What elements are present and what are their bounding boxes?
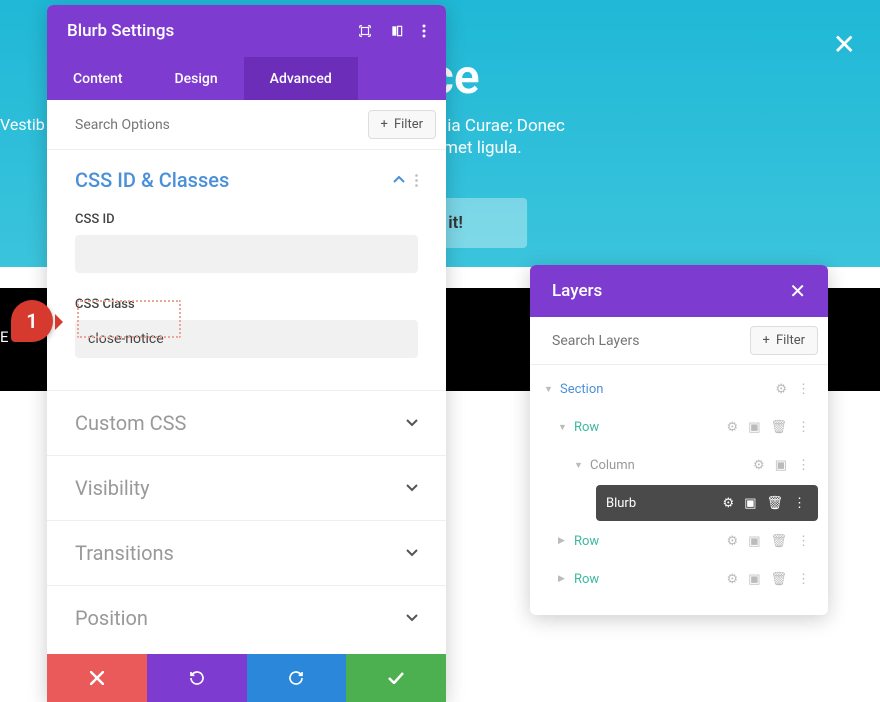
- cancel-button[interactable]: [47, 654, 147, 702]
- callout-badge-1: 1: [11, 300, 53, 342]
- layers-panel: Layers ✕ +Filter ▼ Section ⚙⋮ ▼ Row ⚙▣🗑⋮…: [530, 265, 828, 615]
- blurb-settings-panel: Blurb Settings Content Design Advanced +…: [47, 5, 446, 702]
- layer-row[interactable]: ▶ Row ⚙▣🗑⋮: [536, 523, 818, 559]
- chevron-up-icon[interactable]: [393, 176, 405, 184]
- columns-icon[interactable]: ▣: [748, 420, 760, 435]
- layers-title: Layers: [552, 281, 789, 301]
- columns-icon[interactable]: ▣: [748, 572, 760, 587]
- section-kebab-icon[interactable]: [415, 174, 418, 187]
- trash-icon[interactable]: 🗑: [770, 534, 787, 549]
- trash-icon[interactable]: 🗑: [770, 572, 787, 587]
- save-button[interactable]: [346, 654, 446, 702]
- gear-icon[interactable]: ⚙: [727, 420, 739, 435]
- css-id-label: CSS ID: [47, 202, 446, 235]
- layers-search-row: +Filter: [530, 317, 828, 365]
- kebab-icon[interactable]: ⋮: [797, 382, 810, 397]
- section-position[interactable]: Position: [47, 585, 446, 650]
- layer-section[interactable]: ▼ Section ⚙⋮: [536, 371, 818, 407]
- columns-icon[interactable]: ▣: [744, 496, 756, 511]
- layers-filter-button[interactable]: +Filter: [750, 326, 818, 355]
- section-custom-css[interactable]: Custom CSS: [47, 390, 446, 455]
- columns-icon[interactable]: ▣: [748, 534, 760, 549]
- section-title: CSS ID & Classes: [75, 168, 379, 192]
- triangle-down-icon[interactable]: ▼: [574, 460, 588, 471]
- kebab-icon[interactable]: ⋮: [797, 458, 810, 473]
- columns-icon[interactable]: ▣: [775, 458, 787, 473]
- chevron-down-icon: [406, 419, 418, 427]
- layer-row[interactable]: ▼ Row ⚙▣🗑⋮: [536, 409, 818, 445]
- section-css-id-classes[interactable]: CSS ID & Classes: [47, 150, 446, 202]
- triangle-right-icon[interactable]: ▶: [558, 536, 572, 546]
- panel-action-bar: [47, 654, 446, 702]
- layer-column[interactable]: ▼ Column ⚙▣⋮: [536, 447, 818, 483]
- panel-tabs: Content Design Advanced: [47, 57, 446, 100]
- filter-button[interactable]: +Filter: [368, 110, 436, 139]
- plus-icon: +: [763, 333, 770, 348]
- panel-header[interactable]: Blurb Settings: [47, 5, 446, 57]
- section-visibility[interactable]: Visibility: [47, 455, 446, 520]
- gear-icon[interactable]: ⚙: [753, 458, 765, 473]
- search-layers-input[interactable]: [552, 333, 750, 349]
- trash-icon[interactable]: 🗑: [766, 496, 783, 511]
- layer-row[interactable]: ▶ Row ⚙▣🗑⋮: [536, 561, 818, 597]
- gear-icon[interactable]: ⚙: [727, 572, 739, 587]
- gear-icon[interactable]: ⚙: [727, 534, 739, 549]
- kebab-icon[interactable]: ⋮: [793, 496, 806, 511]
- kebab-icon[interactable]: ⋮: [797, 534, 810, 549]
- layers-header[interactable]: Layers ✕: [530, 265, 828, 317]
- css-class-input[interactable]: [75, 320, 418, 358]
- chevron-down-icon: [406, 549, 418, 557]
- css-class-label: CSS Class: [47, 287, 446, 320]
- gear-icon[interactable]: ⚙: [775, 382, 787, 397]
- hero-fragment-left: Vestib: [0, 115, 45, 134]
- redo-button[interactable]: [247, 654, 347, 702]
- gear-icon[interactable]: ⚙: [723, 496, 735, 511]
- triangle-down-icon[interactable]: ▼: [558, 422, 572, 433]
- page-close-icon[interactable]: ✕: [833, 28, 856, 61]
- panel-title: Blurb Settings: [67, 21, 358, 41]
- kebab-icon[interactable]: ⋮: [797, 572, 810, 587]
- triangle-down-icon[interactable]: ▼: [544, 384, 558, 395]
- kebab-icon[interactable]: ⋮: [797, 420, 810, 435]
- css-id-input[interactable]: [75, 235, 418, 273]
- trash-icon[interactable]: 🗑: [770, 420, 787, 435]
- dark-bar-text: E: [0, 328, 10, 346]
- expand-icon[interactable]: [358, 24, 372, 38]
- layer-blurb-selected[interactable]: Blurb ⚙▣🗑⋮: [596, 485, 818, 521]
- close-icon[interactable]: ✕: [789, 279, 806, 303]
- plus-icon: +: [381, 117, 388, 132]
- snap-icon[interactable]: [390, 24, 404, 38]
- chevron-down-icon: [406, 614, 418, 622]
- panel-search-row: +Filter: [47, 100, 446, 150]
- section-transitions[interactable]: Transitions: [47, 520, 446, 585]
- search-options-input[interactable]: [75, 117, 368, 133]
- tab-content[interactable]: Content: [47, 57, 149, 100]
- undo-button[interactable]: [147, 654, 247, 702]
- triangle-right-icon[interactable]: ▶: [558, 574, 572, 584]
- chevron-down-icon: [406, 484, 418, 492]
- tab-design[interactable]: Design: [149, 57, 244, 100]
- kebab-icon[interactable]: [422, 24, 426, 38]
- tab-advanced[interactable]: Advanced: [244, 57, 358, 100]
